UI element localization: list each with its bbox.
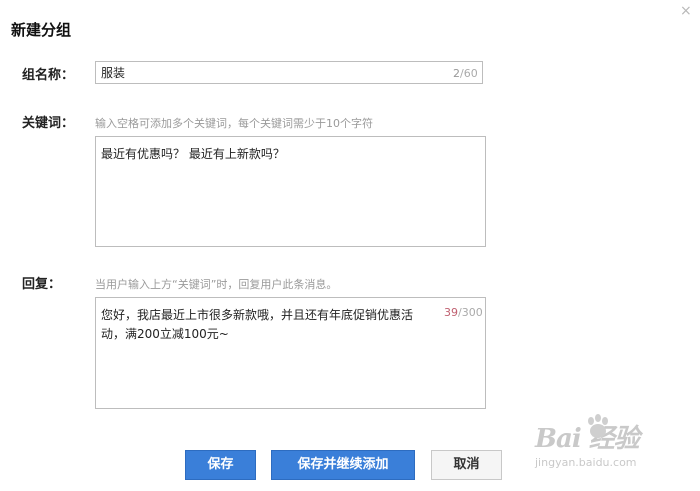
baidu-paw-icon [588,414,608,438]
keywords-hint: 输入空格可添加多个关键词，每个关键词需少于10个字符 [95,117,373,130]
group-name-input[interactable] [101,65,431,79]
save-button[interactable]: 保存 [185,450,256,480]
new-group-dialog: 新建分组 × 组名称： 2/60 关键词： 输入空格可添加多个关键词，每个关键词… [0,0,700,491]
keywords-label: 关键词： [22,116,75,131]
reply-label: 回复： [22,277,62,292]
group-name-counter: 2/60 [453,67,478,80]
reply-counter: 39/300 [444,306,483,319]
reply-hint: 当用户输入上方“关键词”时，回复用户此条消息。 [95,278,338,291]
keywords-textarea[interactable]: 最近有优惠吗？ 最近有上新款吗？ [95,136,486,247]
baidu-jingyan-watermark: Bai 经验 jingyan.baidu.com [535,414,640,469]
cancel-button[interactable]: 取消 [431,450,502,480]
group-name-field[interactable]: 2/60 [95,61,483,84]
watermark-url: jingyan.baidu.com [535,456,637,469]
reply-count-used: 39 [444,306,458,319]
save-and-continue-button[interactable]: 保存并继续添加 [271,450,415,480]
reply-textarea[interactable]: 您好，我店最近上市很多新款哦，并且还有年底促销优惠活动，满200立减100元~ … [95,297,486,409]
reply-count-max: /300 [458,306,483,319]
close-icon[interactable]: × [680,4,692,18]
keywords-text: 最近有优惠吗？ 最近有上新款吗？ [101,147,285,161]
group-name-count-max: /60 [460,67,478,80]
group-name-count-used: 2 [453,67,460,80]
reply-text: 您好，我店最近上市很多新款哦，并且还有年底促销优惠活动，满200立减100元~ [101,308,414,341]
dialog-title: 新建分组 [11,21,72,39]
group-name-label: 组名称： [22,68,75,83]
